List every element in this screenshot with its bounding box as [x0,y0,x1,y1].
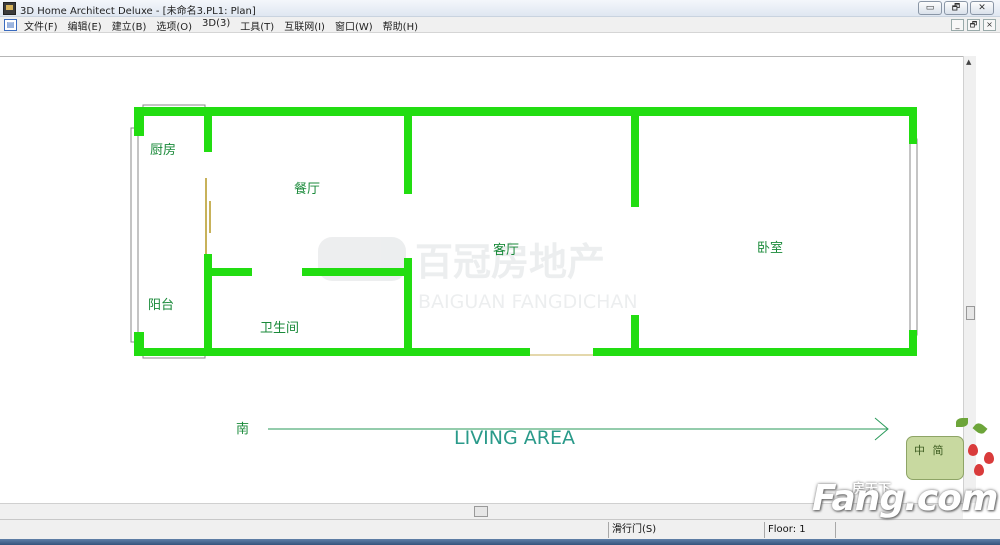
menu-options[interactable]: 选项(O) [155,18,193,33]
doc-restore-button[interactable]: 🗗 [967,19,980,31]
wall-bedroom-bottom [631,315,639,356]
menu-help[interactable]: 帮助(H) [382,18,419,33]
status-floor: Floor: 1 [764,522,834,538]
document-icon[interactable]: ▤ [4,19,17,31]
plan-canvas[interactable]: 百冠房地产 BAIGUAN FANGDICHAN 厨房 餐厅 客厅 卧室 阳台 … [0,56,963,503]
app-icon[interactable] [3,2,16,15]
window-controls: ▭ 🗗 ✕ [918,1,994,15]
wall-right-top [909,107,917,144]
status-bar: 滑行门(S) Floor: 1 [0,519,1000,539]
wall-left-top [134,107,144,136]
menu-tools[interactable]: 工具(T) [239,18,275,33]
wall-right-bottom [909,330,917,356]
label-bathroom: 卫生间 [260,321,299,336]
window-frame-left [130,127,139,343]
label-living: 客厅 [493,242,519,258]
direction-label: 南 [236,421,249,437]
taskbar [0,539,1000,545]
floor-plan: 百冠房地产 BAIGUAN FANGDICHAN 厨房 餐厅 客厅 卧室 阳台 … [130,104,918,449]
label-balcony: 阳台 [148,298,174,313]
doc-close-button[interactable]: × [983,19,996,31]
badge-text: 中 简 [914,444,946,457]
minimize-button[interactable]: ▭ [918,1,942,15]
label-kitchen: 厨房 [150,142,176,158]
wall-bath-top-left [204,268,252,276]
watermark-english: BAIGUAN FANGDICHAN [418,291,638,313]
wall-bottom-left [134,348,530,356]
close-button[interactable]: ✕ [970,1,994,15]
window-title: 3D Home Architect Deluxe - [未命名3.PL1: Pl… [20,6,256,17]
sliding-door [205,178,211,254]
walls [134,107,917,356]
restore-button[interactable]: 🗗 [944,1,968,15]
wall-bedroom-top [631,107,639,207]
leaf-decoration [972,421,988,436]
strawberry-icon [968,444,978,456]
leaf-decoration [956,418,968,427]
horizontal-scroll-thumb[interactable] [474,506,488,517]
status-tool: 滑行门(S) [608,522,763,538]
vertical-scroll-thumb[interactable] [966,306,975,320]
menu-internet[interactable]: 互联网(I) [283,18,326,33]
menu-file[interactable]: 文件(F) [23,18,59,33]
strawberry-icon [974,464,984,476]
title-bar: 3D Home Architect Deluxe - [未命名3.PL1: Pl… [0,0,1000,17]
doc-minimize-button[interactable]: _ [951,19,964,31]
brand-logo: Fang.com [812,478,998,519]
direction-arrow [268,417,889,441]
scroll-up-icon[interactable]: ▲ [966,58,971,66]
document-window-controls: _ 🗗 × [951,19,996,31]
wall-kitchen-divider-top [204,107,212,152]
menu-window[interactable]: 窗口(W) [334,18,374,33]
menu-build[interactable]: 建立(B) [111,18,148,33]
label-bedroom: 卧室 [757,240,783,256]
menu-items: 文件(F) 编辑(E) 建立(B) 选项(O) 3D(3) 工具(T) 互联网(… [23,18,419,33]
wall-dining-living-top [404,107,412,194]
menu-3d[interactable]: 3D(3) [201,18,231,33]
wall-bath-top-right [302,268,412,276]
wall-bottom-right [593,348,917,356]
wall-top [134,107,917,116]
label-dining: 餐厅 [294,181,320,197]
area-label: LIVING AREA [454,427,575,449]
window-frame-right [909,138,918,336]
language-badge[interactable]: 中 简 [904,418,999,483]
menu-bar: ▤ 文件(F) 编辑(E) 建立(B) 选项(O) 3D(3) 工具(T) 互联… [0,17,1000,33]
strawberry-icon [984,452,994,464]
menu-edit[interactable]: 编辑(E) [67,18,103,33]
wall-left-bottom [134,332,144,356]
status-extra [835,522,995,538]
